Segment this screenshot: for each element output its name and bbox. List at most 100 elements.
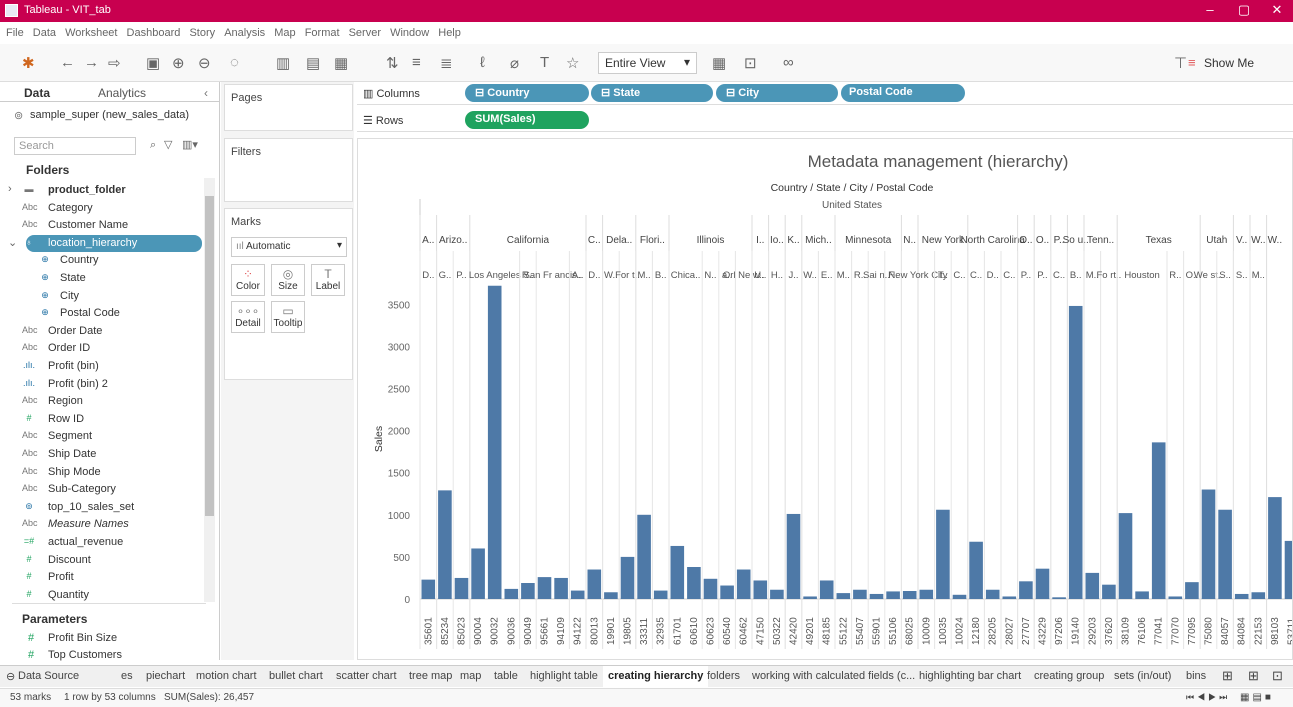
presentation-icon[interactable]: ⊡ [744, 54, 757, 72]
sheet-view-icons[interactable]: ▦▤■ [1240, 692, 1274, 703]
tableau-home-icon[interactable]: ✱ [22, 54, 35, 72]
field-profit-bin-2[interactable]: .ılı. Profit (bin) 2 [0, 377, 205, 394]
label-icon[interactable]: T [540, 54, 549, 71]
group-icon[interactable]: ⌀ [510, 54, 519, 72]
tab-piechart[interactable]: piechart [146, 670, 185, 682]
field-state[interactable]: ⊕ State [0, 271, 205, 288]
filters-card[interactable]: Filters [224, 138, 353, 202]
menu-dashboard[interactable]: Dashboard [127, 27, 181, 39]
duplicate-sheet-icon[interactable]: ▤ [306, 54, 320, 72]
menu-server[interactable]: Server [349, 27, 381, 39]
field-product-folder[interactable]: › ▬ product_folder [0, 183, 205, 200]
pill-state[interactable]: ⊟ State [591, 84, 713, 102]
new-datasource-icon[interactable]: ⊕ [172, 54, 185, 72]
sort-desc-icon[interactable]: ≣ [440, 54, 453, 72]
field-ship-date[interactable]: Abc Ship Date [0, 447, 205, 464]
menu-data[interactable]: Data [33, 27, 56, 39]
field-profit-bin[interactable]: .ılı. Profit (bin) [0, 359, 205, 376]
collapse-pane-icon[interactable]: ‹ [204, 86, 208, 100]
field-postal-code[interactable]: ⊕ Postal Code [0, 306, 205, 323]
filter-icon[interactable]: ▽ [164, 138, 172, 151]
tab-bins[interactable]: bins [1186, 670, 1206, 682]
tab-motion-chart[interactable]: motion chart [196, 670, 257, 682]
pill-city[interactable]: ⊟ City [716, 84, 838, 102]
close-icon[interactable]: ✕ [1262, 2, 1292, 18]
columns-shelf[interactable]: ▥ Columns ⊟ Country ⊟ State ⊟ City Posta… [357, 82, 1293, 105]
field-row-id[interactable]: # Row ID [0, 412, 205, 429]
tab-creating-group[interactable]: creating group [1034, 670, 1104, 682]
show-me-button[interactable]: Show Me [1204, 56, 1254, 70]
field-discount[interactable]: # Discount [0, 553, 205, 570]
clear-sheet-icon[interactable]: ▦ [334, 54, 348, 72]
swap-icon[interactable]: ⇅ [386, 54, 399, 72]
color-button[interactable]: ⁘ Color [231, 264, 265, 296]
menu-help[interactable]: Help [438, 27, 461, 39]
field-scrollbar[interactable] [204, 178, 215, 602]
new-worksheet-icon[interactable]: ▥ [276, 54, 290, 72]
field-order-date[interactable]: Abc Order Date [0, 324, 205, 341]
pill-country[interactable]: ⊟ Country [465, 84, 589, 102]
replay-icon[interactable]: ⇨ [108, 54, 121, 72]
field-actual-revenue[interactable]: =# actual_revenue [0, 535, 205, 552]
refresh-icon[interactable]: ◌ [230, 54, 239, 71]
chevron-down-icon[interactable]: ⌄ [8, 236, 17, 249]
field-city[interactable]: ⊕ City [0, 289, 205, 306]
tab-map[interactable]: map [460, 670, 481, 682]
show-cards-icon[interactable]: ▦ [712, 54, 726, 72]
pause-updates-icon[interactable]: ⊖ [198, 54, 211, 72]
tab-tree-map[interactable]: tree map [409, 670, 452, 682]
new-dashboard-icon[interactable]: ⊞ [1248, 668, 1259, 684]
menu-analysis[interactable]: Analysis [224, 27, 265, 39]
label-button[interactable]: T Label [311, 264, 345, 296]
field-sub-category[interactable]: Abc Sub-Category [0, 482, 205, 499]
menu-worksheet[interactable]: Worksheet [65, 27, 117, 39]
tab-table[interactable]: table [494, 670, 518, 682]
field-measure-names[interactable]: Abc Measure Names [0, 517, 205, 534]
new-story-icon[interactable]: ⊡ [1272, 668, 1283, 684]
undo-icon[interactable]: ← [60, 54, 75, 71]
tab-calculated-fields[interactable]: working with calculated fields (c... [752, 670, 915, 682]
detail-button[interactable]: ∘∘∘ Detail [231, 301, 265, 333]
field-segment[interactable]: Abc Segment [0, 429, 205, 446]
redo-icon[interactable]: → [84, 54, 99, 71]
field-region[interactable]: Abc Region [0, 394, 205, 411]
highlight-icon[interactable]: ℓ [480, 54, 485, 71]
pill-sum-sales[interactable]: SUM(Sales) [465, 111, 589, 129]
menu-format[interactable]: Format [305, 27, 340, 39]
param-profit-bin-size[interactable]: Profit Bin Size [48, 632, 117, 644]
tab-bullet-chart[interactable]: bullet chart [269, 670, 323, 682]
sort-asc-icon[interactable]: ≡ [412, 54, 421, 71]
tab-es[interactable]: es [121, 670, 133, 682]
save-icon[interactable]: ▣ [146, 54, 160, 72]
field-category[interactable]: Abc Category [0, 201, 205, 218]
tab-data[interactable]: Data [24, 86, 50, 100]
field-location-hierarchy[interactable]: ⌄ ♁ location_hierarchy [0, 234, 205, 253]
field-order-id[interactable]: Abc Order ID [0, 341, 205, 358]
tab-creating-hierarchy[interactable]: creating hierarchy [603, 666, 709, 687]
new-worksheet-icon[interactable]: ⊞ [1222, 668, 1233, 684]
menu-file[interactable]: File [6, 27, 24, 39]
tab-folders[interactable]: folders [707, 670, 740, 682]
scrollbar-thumb[interactable] [205, 196, 214, 516]
field-top-10-sales-set[interactable]: ⊚ top_10_sales_set [0, 500, 205, 517]
search-icon[interactable]: ⌕ [150, 139, 156, 152]
share-icon[interactable]: ∞ [783, 54, 794, 71]
view-options-icon[interactable]: ▥▾ [182, 138, 198, 151]
sheet-nav-icon[interactable]: ⏮◀▶⏭ [1186, 692, 1230, 703]
field-ship-mode[interactable]: Abc Ship Mode [0, 465, 205, 482]
tab-highlight-table[interactable]: highlight table [530, 670, 598, 682]
pages-card[interactable]: Pages [224, 84, 353, 131]
datasource-name[interactable]: sample_super (new_sales_data) [30, 109, 189, 121]
param-top-customers[interactable]: Top Customers [48, 649, 122, 661]
tab-highlighting-bar-chart[interactable]: highlighting bar chart [919, 670, 1021, 682]
menu-story[interactable]: Story [189, 27, 215, 39]
pin-icon[interactable]: ☆ [566, 54, 579, 72]
tab-scatter-chart[interactable]: scatter chart [336, 670, 397, 682]
tab-analytics[interactable]: Analytics [98, 86, 146, 100]
field-profit[interactable]: # Profit [0, 570, 205, 587]
fit-view-select[interactable]: Entire View ▾ [598, 52, 697, 74]
maximize-icon[interactable]: ▢ [1229, 2, 1259, 18]
chevron-right-icon[interactable]: › [8, 183, 12, 195]
field-customer-name[interactable]: Abc Customer Name [0, 218, 205, 235]
mark-type-select[interactable]: ııl Automatic ▾ [231, 237, 347, 257]
